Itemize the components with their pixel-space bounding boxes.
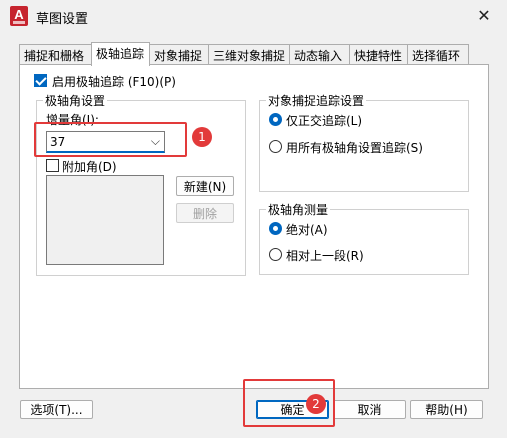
additional-angles-list[interactable] — [46, 175, 164, 265]
all-polar-tracking-radio[interactable] — [269, 140, 282, 153]
close-icon: ✕ — [477, 5, 491, 25]
polar-angle-measurement-group: 极轴角测量 — [259, 201, 469, 275]
absolute-label: 绝对(A) — [286, 223, 328, 237]
autocad-app-icon: A — [10, 6, 28, 26]
window-title: 草图设置 — [36, 12, 89, 27]
cancel-button[interactable]: 取消 — [333, 400, 406, 419]
title-bar: A 草图设置 ✕ — [0, 0, 507, 32]
all-polar-tracking-label: 用所有极轴角设置追踪(S) — [286, 141, 423, 155]
options-button[interactable]: 选项(T)... — [20, 400, 93, 419]
absolute-radio[interactable] — [269, 222, 282, 235]
tab-object-snap[interactable]: 对象捕捉 — [149, 44, 209, 65]
tab-polar-tracking[interactable]: 极轴追踪 — [91, 42, 150, 66]
highlight-box-increment — [34, 122, 187, 157]
step-marker-2: 2 — [306, 394, 326, 414]
tab-quick-properties[interactable]: 快捷特性 — [349, 44, 408, 65]
tab-3d-object-snap[interactable]: 三维对象捕捉 — [208, 44, 290, 65]
orthogonal-tracking-radio[interactable] — [269, 113, 282, 126]
polar-angle-measurement-title: 极轴角测量 — [266, 201, 331, 218]
help-button[interactable]: 帮助(H) — [410, 400, 483, 419]
new-angle-button[interactable]: 新建(N) — [176, 176, 234, 196]
object-snap-tracking-title: 对象捕捉追踪设置 — [266, 92, 367, 109]
step-marker-1: 1 — [192, 127, 212, 147]
additional-angles-label: 附加角(D) — [62, 160, 117, 174]
tab-snap-grid[interactable]: 捕捉和栅格 — [19, 44, 92, 65]
close-button[interactable]: ✕ — [468, 2, 500, 28]
enable-polar-tracking-checkbox[interactable] — [34, 74, 47, 87]
relative-last-segment-label: 相对上一段(R) — [286, 249, 364, 263]
tab-selection-cycling[interactable]: 选择循环 — [407, 44, 469, 65]
delete-angle-button[interactable]: 删除 — [176, 203, 234, 223]
orthogonal-tracking-label: 仅正交追踪(L) — [286, 114, 363, 128]
polar-angle-settings-title: 极轴角设置 — [43, 92, 108, 109]
additional-angles-checkbox[interactable] — [46, 159, 59, 172]
relative-last-segment-radio[interactable] — [269, 248, 282, 261]
enable-polar-tracking-label: 启用极轴追踪 (F10)(P) — [52, 75, 176, 89]
tab-dynamic-input[interactable]: 动态输入 — [289, 44, 350, 65]
